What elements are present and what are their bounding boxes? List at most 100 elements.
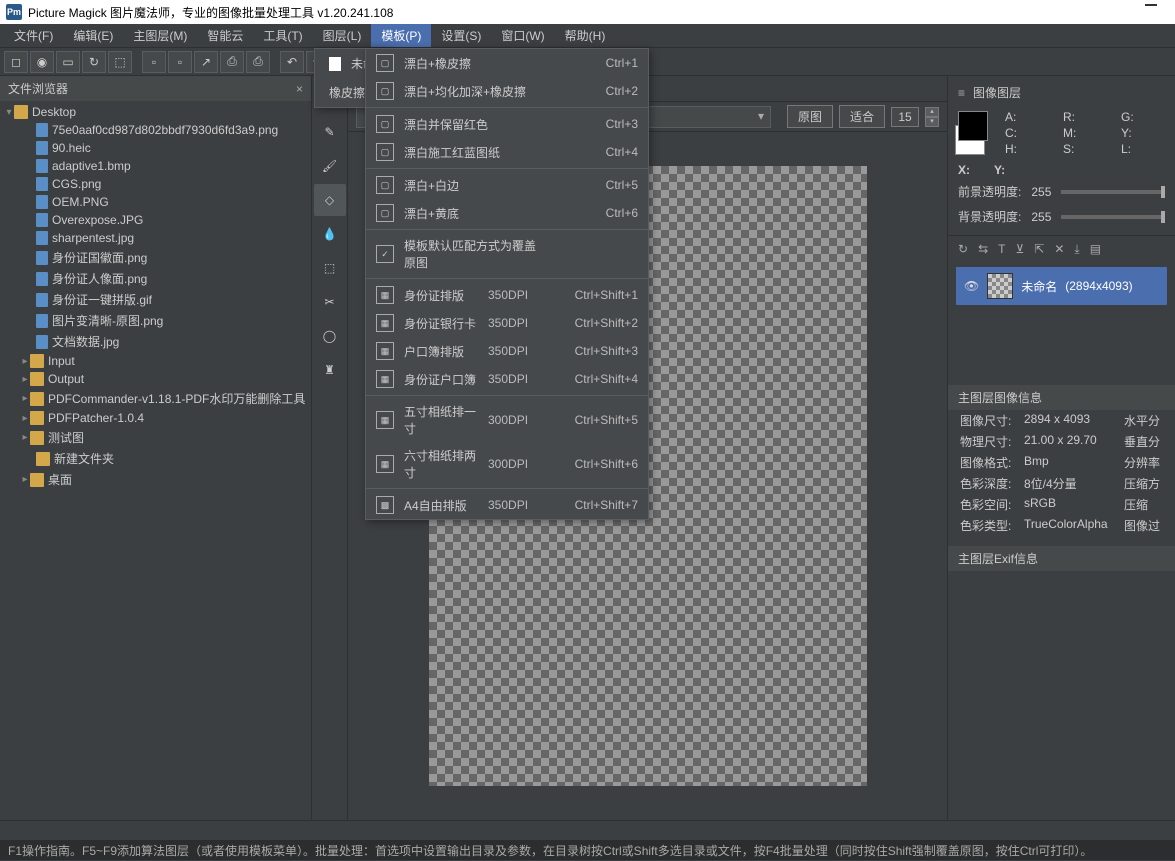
template-icon: ▢ <box>376 143 394 161</box>
stamp-tool-icon[interactable]: ♜ <box>314 354 346 386</box>
tool-open-icon[interactable]: ▭ <box>56 51 80 73</box>
menu-9[interactable]: 帮助(H) <box>555 24 616 47</box>
file-icon <box>36 231 48 245</box>
file-item[interactable]: CGS.png <box>0 175 311 193</box>
expand-icon[interactable]: ▸ <box>20 474 30 485</box>
tool-refresh-icon[interactable]: ↻ <box>82 51 106 73</box>
file-item[interactable]: Overexpose.JPG <box>0 211 311 229</box>
folder-item[interactable]: 新建文件夹 <box>0 448 311 469</box>
folder-item[interactable]: ▸PDFCommander-v1.18.1-PDF水印万能删除工具 <box>0 388 311 409</box>
tool-save-icon[interactable]: ▫ <box>142 51 166 73</box>
menu-6[interactable]: 模板(P) <box>371 24 431 47</box>
submenu-item[interactable]: ▦户口簿排版350DPICtrl+Shift+3 <box>366 337 648 365</box>
menu-2[interactable]: 主图层(M) <box>123 24 197 47</box>
submenu-label: 身份证户口簿 <box>404 371 478 388</box>
shortcut-label: Ctrl+5 <box>552 178 638 192</box>
folder-item[interactable]: ▸PDFPatcher-1.0.4 <box>0 409 311 427</box>
submenu-item[interactable]: ▢漂白+黄底Ctrl+6 <box>366 199 648 227</box>
fg-opacity[interactable]: 前景透明度:255 <box>948 179 1175 204</box>
menu-3[interactable]: 智能云 <box>197 24 253 47</box>
file-item[interactable]: adaptive1.bmp <box>0 157 311 175</box>
tool-export-icon[interactable]: ↗ <box>194 51 218 73</box>
menu-8[interactable]: 窗口(W) <box>491 24 554 47</box>
tool-printer-icon[interactable]: ⎙ <box>246 51 270 73</box>
file-item[interactable]: 75e0aaf0cd987d802bbdf7930d6fd3a9.png <box>0 121 311 139</box>
bg-opacity[interactable]: 背景透明度:255 <box>948 204 1175 229</box>
menu-4[interactable]: 工具(T) <box>253 24 312 47</box>
tool-print-icon[interactable]: ⎙ <box>220 51 244 73</box>
tool-undo-icon[interactable]: ↶ <box>280 51 304 73</box>
menu-5[interactable]: 图层(L) <box>313 24 372 47</box>
tool-saveas-icon[interactable]: ▫ <box>168 51 192 73</box>
file-item[interactable]: sharpentest.jpg <box>0 229 311 247</box>
submenu-item[interactable]: ▢漂白施工红蓝图纸Ctrl+4 <box>366 138 648 166</box>
submenu-item[interactable]: ▩A4自由排版350DPICtrl+Shift+7 <box>366 491 648 519</box>
folder-item[interactable]: ▸测试图 <box>0 427 311 448</box>
folder-item[interactable]: ▸ 桌面 <box>0 469 311 490</box>
layer-refresh-icon[interactable]: ↻ <box>958 242 968 257</box>
file-item[interactable]: 90.heic <box>0 139 311 157</box>
dpi-label: 300DPI <box>488 413 542 427</box>
folder-item[interactable]: ▸Output <box>0 370 311 388</box>
folder-item[interactable]: ▸ Input <box>0 352 311 370</box>
eyedropper-tool-icon[interactable]: 💧 <box>314 218 346 250</box>
template-icon: ▦ <box>376 314 394 332</box>
collapse-icon[interactable]: ▾ <box>4 107 14 118</box>
file-item[interactable]: 身份证一键拼版.gif <box>0 289 311 310</box>
folder-label: 桌面 <box>48 471 72 488</box>
submenu-item[interactable]: ▢漂白+均化加深+橡皮擦Ctrl+2 <box>366 77 648 105</box>
close-icon[interactable]: × <box>296 82 303 96</box>
layer-import-icon[interactable]: ⤓ <box>1074 242 1079 257</box>
panel-menu-icon[interactable]: ≡ <box>958 86 965 100</box>
fit-button[interactable]: 适合 <box>839 105 885 128</box>
tree-root[interactable]: ▾ Desktop <box>0 103 311 121</box>
zoom-spinner[interactable]: ▴▾ <box>925 107 939 127</box>
expand-icon[interactable]: ▸ <box>20 432 30 443</box>
file-item[interactable]: OEM.PNG <box>0 193 311 211</box>
expand-icon[interactable]: ▸ <box>20 356 30 367</box>
submenu-item[interactable]: ▦身份证户口簿350DPICtrl+Shift+4 <box>366 365 648 393</box>
original-button[interactable]: 原图 <box>787 105 833 128</box>
layer-merge-icon[interactable]: ▤ <box>1090 242 1101 257</box>
submenu-item[interactable]: ▦六寸相纸排两寸300DPICtrl+Shift+6 <box>366 442 648 486</box>
submenu-item[interactable]: ▢漂白+橡皮擦Ctrl+1 <box>366 49 648 77</box>
marquee-tool-icon[interactable]: ⬚ <box>314 252 346 284</box>
crop-tool-icon[interactable]: ✂ <box>314 286 346 318</box>
layer-up-icon[interactable]: ⇱ <box>1034 242 1044 257</box>
layer-del-icon[interactable]: ✕ <box>1054 242 1064 257</box>
layer-down-icon[interactable]: ⊻ <box>1015 242 1024 257</box>
lasso-tool-icon[interactable]: ◯ <box>314 320 346 352</box>
visibility-icon[interactable]: 👁 <box>964 279 979 293</box>
layer-text-icon[interactable]: T <box>998 242 1005 257</box>
menu-1[interactable]: 编辑(E) <box>63 24 123 47</box>
tool-camera-icon[interactable]: ◉ <box>30 51 54 73</box>
tool-screenshot-icon[interactable]: ⬚ <box>108 51 132 73</box>
zoom-value[interactable]: 15 <box>891 107 919 127</box>
file-tree: ▾ Desktop 75e0aaf0cd987d802bbdf7930d6fd3… <box>0 101 311 492</box>
expand-icon[interactable]: ▸ <box>20 413 30 424</box>
brush-tool-icon[interactable]: 🖌 <box>314 150 346 182</box>
submenu-item[interactable]: ▢漂白并保留红色Ctrl+3 <box>366 110 648 138</box>
submenu-item[interactable]: ▢漂白+白边Ctrl+5 <box>366 171 648 199</box>
file-item[interactable]: 图片变清晰-原图.png <box>0 310 311 331</box>
layer-item[interactable]: 👁 未命名 (2894x4093) <box>956 267 1167 305</box>
file-item[interactable]: 身份证人像面.png <box>0 268 311 289</box>
menu-7[interactable]: 设置(S) <box>431 24 491 47</box>
folder-label: Input <box>48 354 75 368</box>
eraser-tool-icon[interactable]: ◇ <box>314 184 346 216</box>
expand-icon[interactable]: ▸ <box>20 393 30 404</box>
expand-icon[interactable]: ▸ <box>20 374 30 385</box>
submenu-item[interactable]: ▦身份证排版350DPICtrl+Shift+1 <box>366 281 648 309</box>
menu-0[interactable]: 文件(F) <box>4 24 63 47</box>
submenu-item[interactable]: ▦五寸相纸排一寸300DPICtrl+Shift+5 <box>366 398 648 442</box>
color-swatch[interactable] <box>958 111 985 155</box>
tool-new-icon[interactable]: ◻ <box>4 51 28 73</box>
file-item[interactable]: 文档数据.jpg <box>0 331 311 352</box>
minimize-button[interactable] <box>1145 4 1157 6</box>
file-item[interactable]: 身份证国徽面.png <box>0 247 311 268</box>
submenu-item[interactable]: ✓模板默认匹配方式为覆盖原图 <box>366 232 648 276</box>
submenu-item[interactable]: ▦身份证银行卡350DPICtrl+Shift+2 <box>366 309 648 337</box>
pencil-tool-icon[interactable]: ✎ <box>314 116 346 148</box>
layer-link-icon[interactable]: ⇆ <box>978 242 988 257</box>
info-row: 色彩深度:8位/4分量压缩方 <box>948 473 1175 494</box>
